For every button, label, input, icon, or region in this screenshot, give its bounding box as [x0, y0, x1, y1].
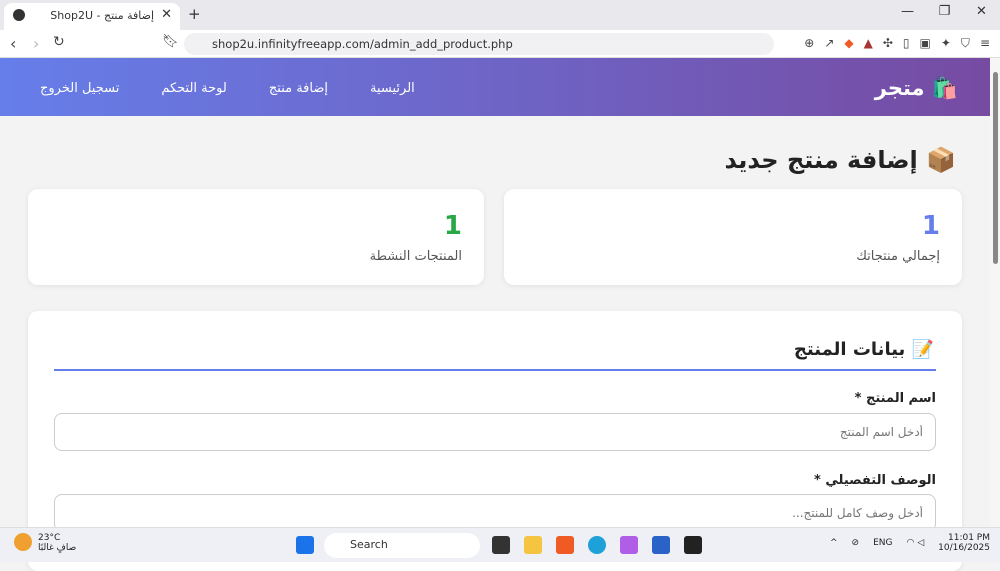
nav-dashboard[interactable]: لوحة التحكم	[161, 81, 227, 96]
address-bar[interactable]: shop2u.infinityfreeapp.com/admin_add_pro…	[184, 33, 774, 55]
stat-label: المنتجات النشطة	[369, 249, 462, 264]
tab-bar: إضافة منتج - Shop2U ✕ + — ❐ ✕	[0, 0, 1000, 30]
browser-tab[interactable]: إضافة منتج - Shop2U ✕	[4, 3, 180, 30]
stat-active-products: 1 المنتجات النشطة	[28, 189, 484, 285]
brand-name: متجر	[874, 76, 925, 100]
terminal-icon[interactable]	[684, 536, 702, 554]
bookmark-icon[interactable]: 🔖︎	[162, 34, 179, 49]
weather-widget[interactable]: 23°C صافٍ غالبًا	[14, 533, 76, 553]
browser-toolbar: ‹ › ↻ 🔖︎ shop2u.infinityfreeapp.com/admi…	[0, 30, 1000, 58]
weather-text: صافٍ غالبًا	[38, 543, 77, 553]
edge-icon[interactable]	[588, 536, 606, 554]
stat-label: إجمالي منتجاتك	[856, 249, 940, 264]
page-title-text: إضافة منتج جديد	[724, 146, 918, 174]
description-label: الوصف التفصيلي *	[814, 473, 936, 488]
brave-icon[interactable]	[556, 536, 574, 554]
wallet-icon[interactable]: ▣	[920, 36, 931, 51]
vpn-icon[interactable]: ⛉	[961, 36, 970, 51]
network-off-icon[interactable]: ⊘	[852, 538, 860, 548]
close-window-button[interactable]: ✕	[963, 4, 1000, 19]
brave-shield-icon[interactable]: ◆	[844, 36, 853, 51]
task-view-icon[interactable]	[492, 536, 510, 554]
temperature: 23°C	[38, 533, 61, 543]
minimize-button[interactable]: —	[889, 4, 926, 19]
divider	[54, 369, 936, 371]
copilot-icon[interactable]	[620, 536, 638, 554]
rewards-icon[interactable]: ▲	[864, 36, 873, 51]
tray-chevron-icon[interactable]: ^	[830, 538, 838, 548]
restore-button[interactable]: ❐	[926, 4, 963, 19]
weather-icon	[14, 533, 32, 551]
zoom-icon[interactable]: ⊕	[804, 36, 814, 51]
taskbar: 23°C صافٍ غالبًا Search ^ ⊘ ENG ◠ ◁ 11:01…	[0, 527, 1000, 562]
back-icon[interactable]: ‹	[10, 34, 16, 53]
close-tab-icon[interactable]: ✕	[161, 7, 172, 22]
language-indicator[interactable]: ENG	[873, 538, 892, 548]
stat-total-products: 1 إجمالي منتجاتك	[504, 189, 962, 285]
nav-home[interactable]: الرئيسية	[370, 81, 415, 96]
date: 10/16/2025	[938, 543, 990, 553]
tab-title: إضافة منتج - Shop2U	[50, 9, 154, 22]
file-explorer-icon[interactable]	[524, 536, 542, 554]
stat-value: 1	[921, 211, 940, 241]
product-name-input[interactable]	[54, 413, 936, 451]
share-icon[interactable]: ↗	[824, 36, 834, 51]
name-label: اسم المنتج *	[854, 391, 936, 406]
nav-add-product[interactable]: إضافة منتج	[269, 81, 328, 96]
brand-logo[interactable]: 🛍️ متجر	[875, 76, 958, 101]
wifi-volume-icon[interactable]: ◠ ◁	[906, 538, 924, 548]
globe-icon	[13, 9, 25, 21]
start-icon[interactable]	[296, 536, 314, 554]
menu-icon[interactable]: ≡	[980, 36, 990, 51]
time: 11:01 PM	[948, 533, 990, 543]
clock[interactable]: 11:01 PM 10/16/2025	[938, 533, 990, 553]
new-tab-button[interactable]: +	[188, 5, 201, 23]
search-label: Search	[350, 538, 388, 551]
sidebar-icon[interactable]: ▯	[903, 36, 910, 51]
stat-value: 1	[443, 211, 462, 241]
extensions-icon[interactable]: ✣	[883, 36, 893, 51]
scrollbar[interactable]	[990, 58, 1000, 527]
store-icon[interactable]	[652, 536, 670, 554]
scrollbar-thumb[interactable]	[993, 72, 998, 264]
leo-icon[interactable]: ✦	[941, 36, 951, 51]
taskbar-search[interactable]: Search	[324, 533, 480, 558]
page-title: 📦 إضافة منتج جديد	[724, 146, 956, 174]
form-title-text: بيانات المنتج	[793, 339, 906, 360]
nav-logout[interactable]: تسجيل الخروج	[40, 81, 119, 96]
form-title: 📝 بيانات المنتج	[793, 339, 934, 360]
forward-icon[interactable]: ›	[33, 34, 39, 53]
site-header: 🛍️ متجر تسجيل الخروج لوحة التحكم إضافة م…	[0, 58, 990, 116]
reload-icon[interactable]: ↻	[53, 34, 65, 50]
main-content: 📦 إضافة منتج جديد 1 إجمالي منتجاتك 1 الم…	[0, 116, 990, 571]
